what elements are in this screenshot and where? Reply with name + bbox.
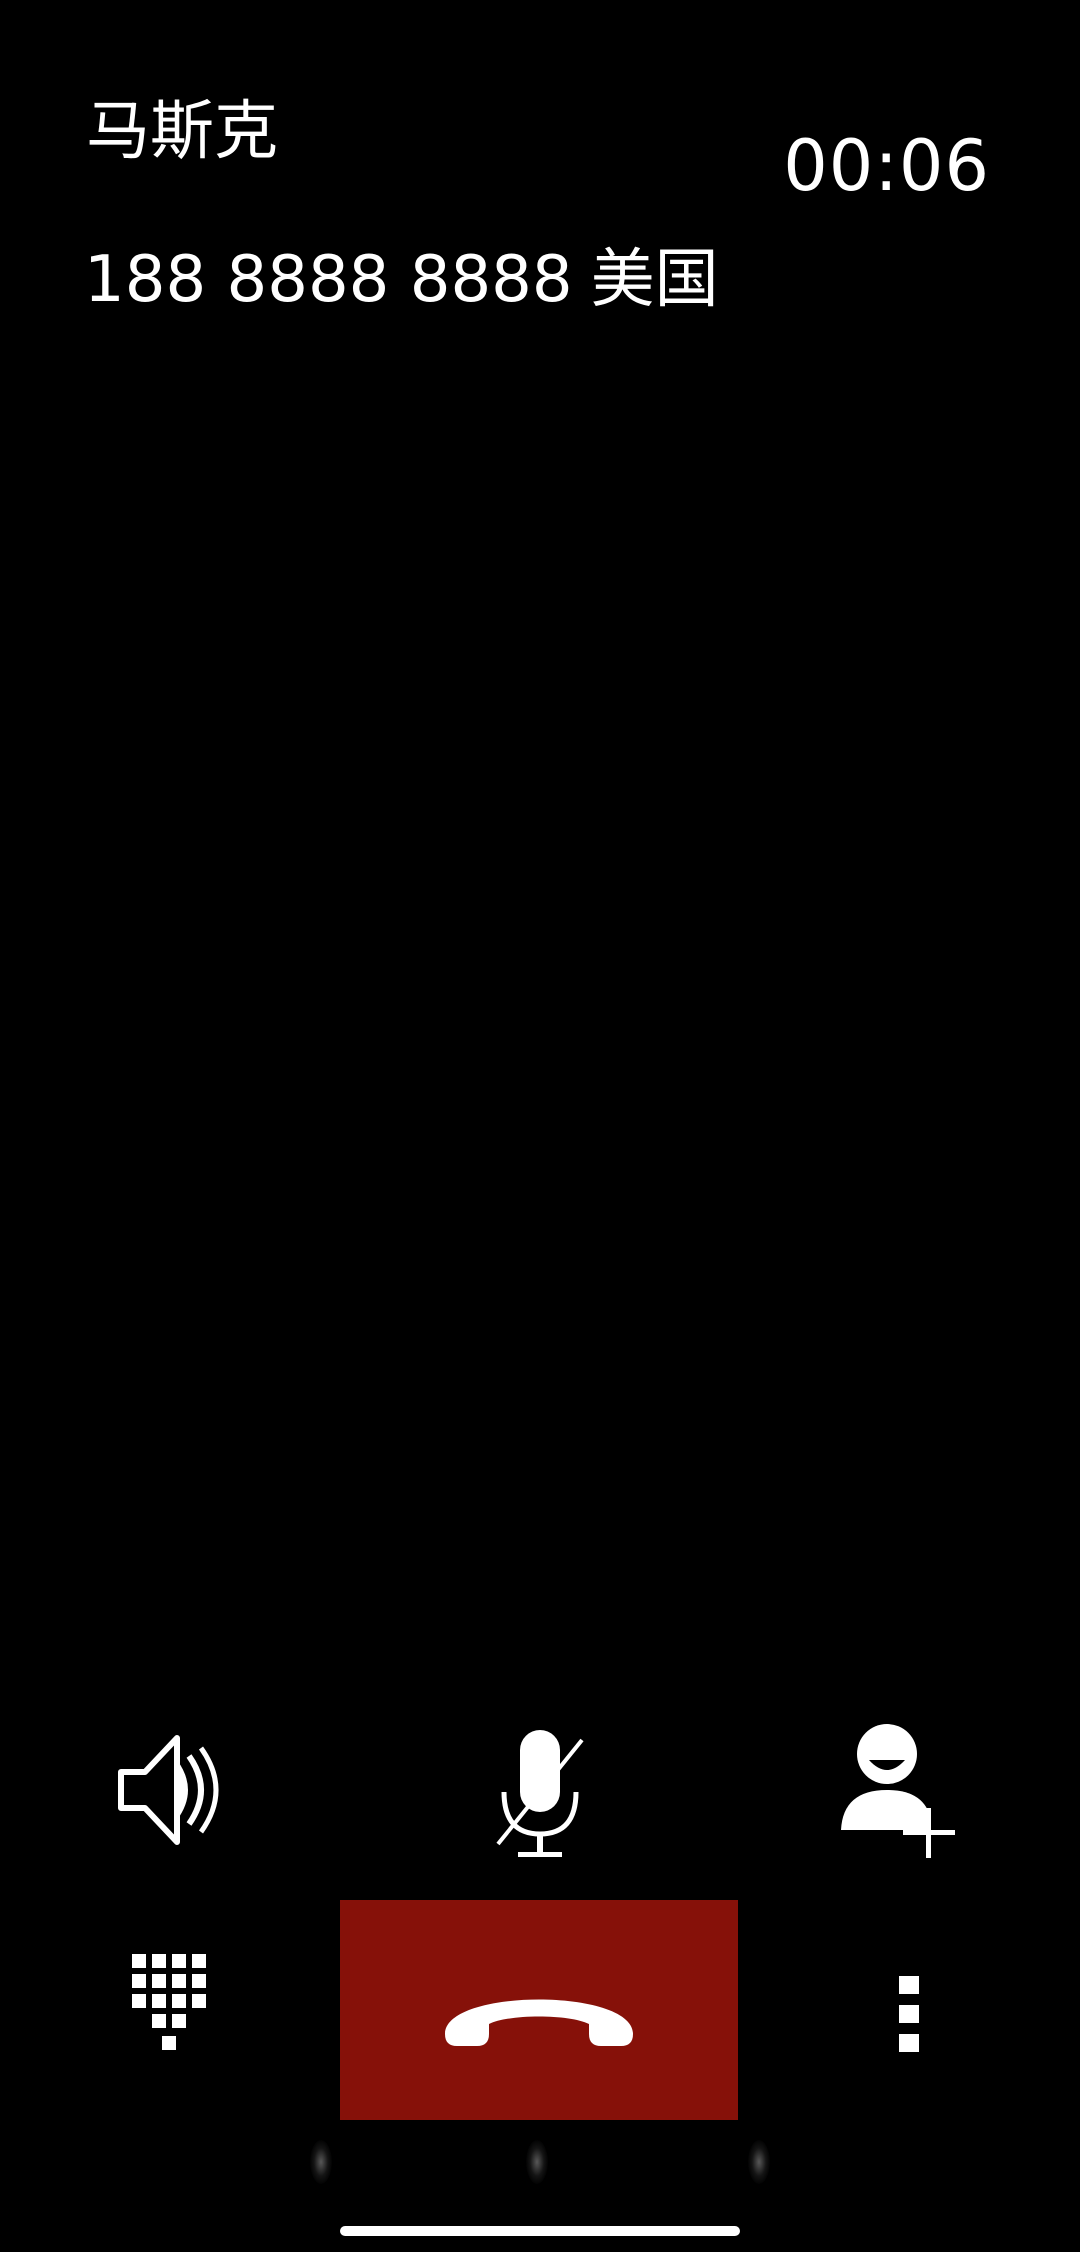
speaker-button[interactable] [100,1720,260,1860]
speaker-icon [118,1735,219,1845]
end-call-icon [445,1999,633,2046]
mute-button[interactable] [460,1716,620,1876]
more-vertical-icon [899,1976,919,2052]
dialpad-icon [132,1954,206,2050]
end-call-button[interactable] [340,1900,738,2120]
page-indicator-dot [526,2140,548,2184]
more-button[interactable] [870,1960,950,2070]
phone-number: 188 8888 8888 [84,243,573,317]
add-contact-button[interactable] [820,1710,980,1870]
call-timer: 00:06 [783,125,990,207]
caller-number-row: 188 8888 8888 美国 [84,238,719,322]
caller-name: 马斯克 [86,95,278,169]
add-contact-icon [841,1724,955,1858]
home-indicator[interactable] [340,2226,740,2236]
microphone-mute-icon [496,1730,584,1857]
caller-region: 美国 [590,243,719,317]
page-indicator-dot [310,2140,332,2184]
page-indicator-dot [748,2140,770,2184]
dialpad-button[interactable] [110,1940,230,2070]
